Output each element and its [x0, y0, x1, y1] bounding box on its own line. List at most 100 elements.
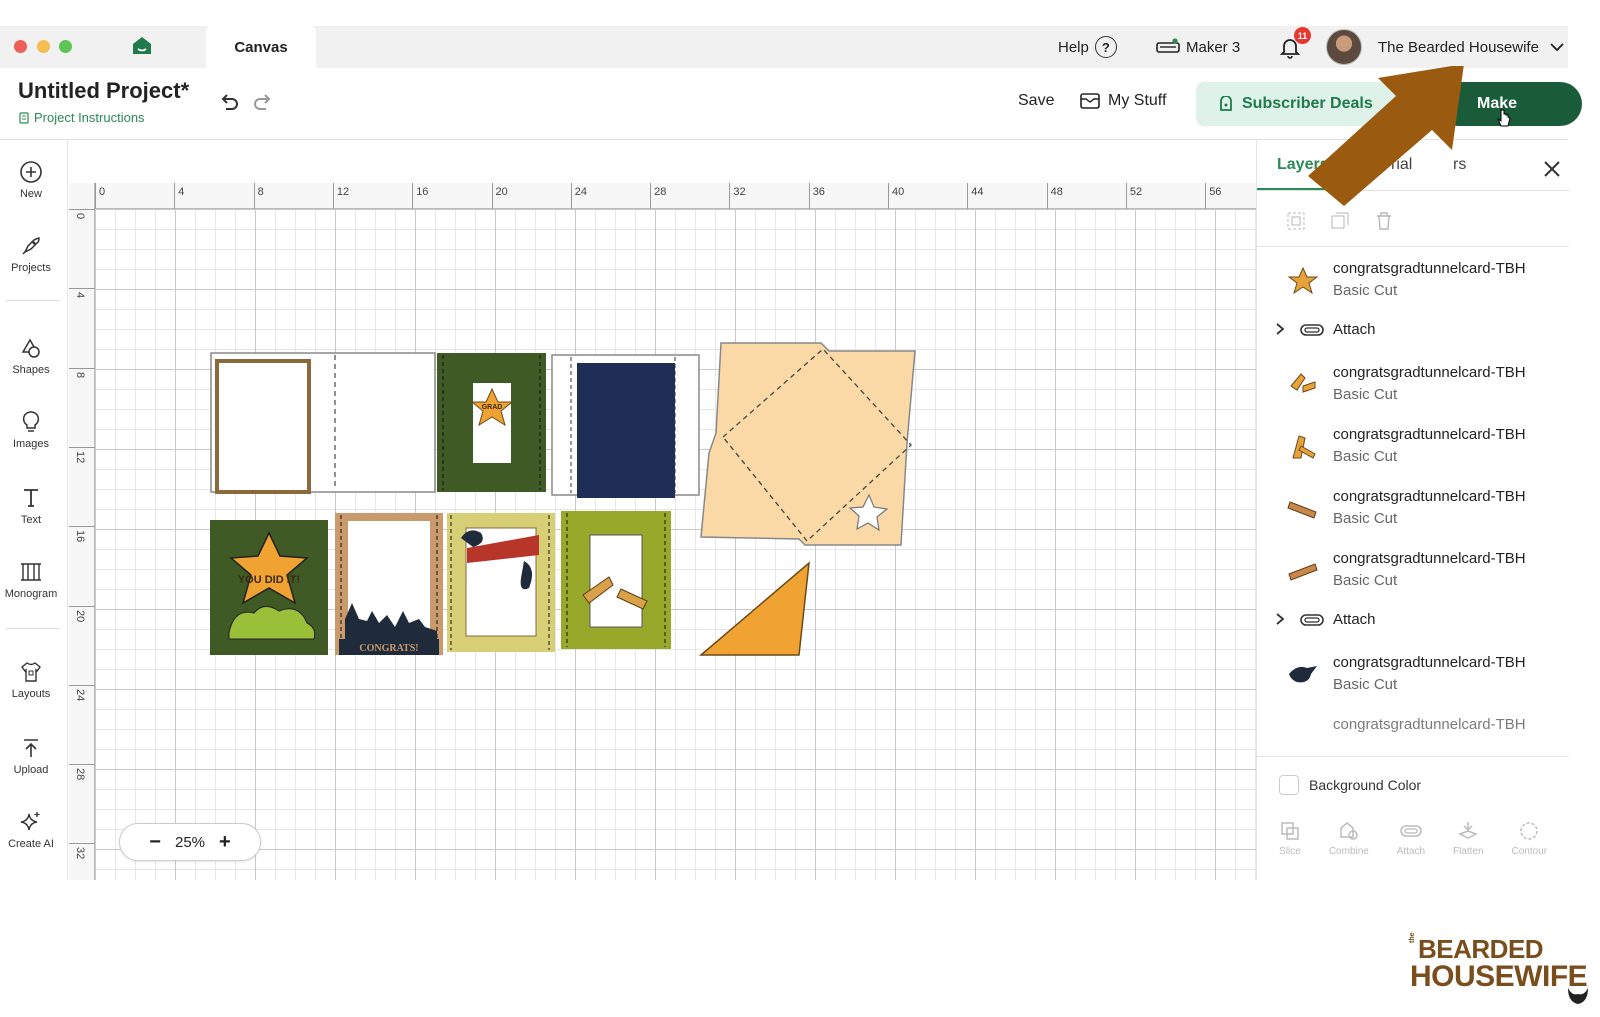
notifications-button[interactable]: 11: [1278, 26, 1311, 68]
cutting-machine-icon: [1156, 38, 1180, 53]
layers-list: congratsgradtunnelcard-TBH Basic Cut Att…: [1257, 248, 1569, 756]
zoom-in-button[interactable]: +: [219, 831, 231, 854]
layers-panel: Layers rial rs congratsgradtunnelcard-TB…: [1256, 140, 1569, 880]
diploma-thumb-icon: [1292, 435, 1316, 459]
layer-item[interactable]: congratsgradtunnelcard-TBH Basic Cut: [1257, 248, 1569, 310]
slice-button[interactable]: Slice: [1279, 812, 1301, 880]
layer-name: congratsgradtunnelcard-TBH: [1333, 654, 1526, 671]
tab-material-colors-right[interactable]: rs: [1453, 156, 1466, 174]
background-color-checkbox[interactable]: [1279, 775, 1299, 795]
slice-icon: [1281, 822, 1299, 840]
layer-name: congratsgradtunnelcard-TBH: [1333, 426, 1526, 443]
tab-material-colors-left[interactable]: rial: [1391, 156, 1412, 174]
beard-icon: [1568, 988, 1588, 1004]
tab-layers[interactable]: Layers: [1277, 156, 1329, 174]
attach-button[interactable]: Attach: [1397, 812, 1425, 880]
shirt-icon: [21, 662, 41, 682]
subscriber-deals-button[interactable]: Subscriber Deals: [1196, 82, 1466, 126]
project-instructions-link[interactable]: Project Instructions: [18, 110, 145, 125]
zoom-out-button[interactable]: −: [149, 831, 161, 854]
sidebar-label-projects: Projects: [11, 262, 51, 274]
sidebar-label-images: Images: [12, 438, 50, 450]
flatten-label: Flatten: [1453, 846, 1484, 857]
layer-operation: Basic Cut: [1333, 572, 1398, 589]
layer-item[interactable]: congratsgradtunnelcard-TBH Basic Cut: [1257, 352, 1569, 414]
layer-item[interactable]: congratsgradtunnelcard-TBH Basic Cut: [1257, 642, 1569, 704]
user-menu[interactable]: The Bearded Housewife: [1378, 26, 1565, 68]
contour-label: Contour: [1511, 846, 1548, 857]
congrats-text: CONGRATS!: [359, 643, 418, 654]
minimize-window-button[interactable]: [37, 40, 50, 53]
sidebar-item-images[interactable]: Images: [0, 410, 62, 450]
card-white-frame[interactable]: [210, 352, 436, 494]
sidebar-item-monogram[interactable]: Monogram: [0, 560, 62, 600]
layer-item[interactable]: congratsgradtunnelcard-TBH Basic Cut: [1257, 538, 1569, 600]
save-button[interactable]: Save: [1018, 92, 1054, 110]
combine-button[interactable]: Combine: [1329, 812, 1369, 880]
duplicate-icon[interactable]: [1329, 210, 1351, 232]
trash-icon[interactable]: [1373, 210, 1395, 232]
chevron-right-icon[interactable]: [1273, 612, 1287, 626]
undo-icon[interactable]: [216, 90, 242, 116]
flatten-button[interactable]: Flatten: [1453, 812, 1484, 880]
chevron-down-icon: [1550, 43, 1564, 52]
layer-item-partial[interactable]: congratsgradtunnelcard-TBH: [1257, 704, 1569, 756]
project-instructions-label: Project Instructions: [34, 110, 145, 125]
you-did-it-text: YOU DID IT!: [238, 574, 300, 586]
sidebar-label-monogram: Monogram: [4, 588, 58, 600]
sidebar-item-create-ai[interactable]: Create AI: [0, 810, 62, 850]
help-button[interactable]: Help ?: [1058, 26, 1117, 68]
tab-canvas[interactable]: Canvas: [206, 26, 316, 68]
layer-name: congratsgradtunnelcard-TBH: [1333, 364, 1526, 381]
design-canvas[interactable]: 0 4 8 12 16 20 24 28 32 36 40 44 48 52 56 0 4 8 12 16 20 24 2…: [69, 183, 1256, 880]
bulb-icon: [22, 411, 40, 432]
card-congrats-frame[interactable]: CONGRATS!: [335, 513, 443, 655]
card-grad-star[interactable]: GRAD: [437, 353, 546, 492]
sidebar-item-projects[interactable]: Projects: [0, 234, 62, 274]
sidebar-item-shapes[interactable]: Shapes: [0, 336, 62, 376]
scroll-thumb-icon: [1287, 501, 1317, 519]
card-banner-frame[interactable]: [447, 513, 555, 652]
sidebar-label-shapes: Shapes: [12, 364, 50, 376]
paperclip-icon: [1300, 614, 1324, 626]
machine-selector[interactable]: Maker 3: [1156, 26, 1240, 68]
layer-tool-row: [1285, 210, 1395, 232]
chevron-right-icon[interactable]: [1273, 322, 1287, 336]
layer-operation: Basic Cut: [1333, 386, 1398, 403]
attach-group-row[interactable]: Attach: [1257, 310, 1569, 350]
close-window-button[interactable]: [14, 40, 27, 53]
close-icon[interactable]: [1541, 158, 1563, 180]
layer-item[interactable]: congratsgradtunnelcard-TBH Basic Cut: [1257, 414, 1569, 476]
my-stuff-button[interactable]: My Stuff: [1080, 92, 1166, 110]
sidebar-item-layouts[interactable]: Layouts: [0, 660, 62, 700]
envelope-liner-triangle[interactable]: [698, 561, 810, 656]
contour-button[interactable]: Contour: [1511, 812, 1547, 880]
scroll-thumb-icon: [1288, 563, 1318, 581]
combine-icon: [1340, 822, 1358, 840]
contour-icon: [1520, 822, 1538, 840]
layer-name: congratsgradtunnelcard-TBH: [1333, 488, 1526, 505]
maximize-window-button[interactable]: [59, 40, 72, 53]
attach-group-row[interactable]: Attach: [1257, 600, 1569, 640]
flatten-icon: [1458, 822, 1479, 839]
envelope[interactable]: [700, 342, 916, 546]
group-name: Attach: [1333, 611, 1376, 628]
sidebar-label-new: New: [19, 188, 42, 200]
home-icon[interactable]: [132, 36, 152, 56]
group-icon[interactable]: [1285, 210, 1307, 232]
card-you-did-it[interactable]: YOU DID IT!: [210, 520, 328, 655]
layer-item[interactable]: congratsgradtunnelcard-TBH Basic Cut: [1257, 476, 1569, 538]
project-title[interactable]: Untitled Project*: [18, 78, 189, 104]
sidebar-item-upload[interactable]: Upload: [0, 736, 62, 776]
card-navy-panel[interactable]: [551, 354, 700, 498]
avatar[interactable]: [1326, 29, 1362, 65]
redo-icon[interactable]: [250, 90, 276, 116]
attach-label: Attach: [1396, 846, 1426, 857]
sidebar-item-new[interactable]: New: [0, 160, 62, 200]
layer-name: congratsgradtunnelcard-TBH: [1333, 716, 1526, 733]
card-olive-diplomas[interactable]: [561, 511, 671, 649]
background-color-row: Background Color: [1257, 756, 1569, 812]
paperclip-icon: [1400, 825, 1422, 837]
sidebar-item-text[interactable]: Text: [0, 486, 62, 526]
upload-icon: [24, 739, 38, 757]
